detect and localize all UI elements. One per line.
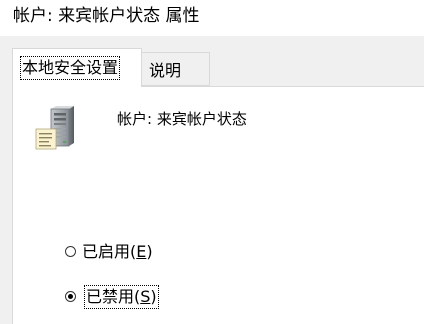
enabled-radio-label[interactable]: 已启用(E) (82, 241, 153, 263)
enabled-radio-button[interactable] (65, 246, 76, 257)
server-document-icon (35, 106, 74, 150)
policy-name: 帐户: 来宾帐户状态 (117, 110, 247, 128)
tab-label: 说明 (149, 61, 182, 80)
access-key: E (136, 242, 147, 261)
title-bar[interactable]: 帐户: 来宾帐户状态 属性 (0, 0, 424, 36)
tab-label: 本地安全设置 (19, 56, 121, 80)
properties-dialog: 帐户: 来宾帐户状态 属性 本地安全设置 说明 帐户: 来宾帐户状态 已启用(E… (0, 0, 424, 324)
access-key: S (140, 287, 151, 306)
tab-panel: 帐户: 来宾帐户状态 已启用(E) 已禁用(S) (12, 86, 424, 324)
tab-strip: 本地安全设置 说明 (0, 36, 424, 87)
tab-explain[interactable]: 说明 (141, 52, 210, 86)
disabled-radio-button[interactable] (65, 291, 76, 302)
radio-selected-dot (68, 294, 73, 299)
tab-local-security-setting[interactable]: 本地安全设置 (12, 48, 142, 87)
window-title: 帐户: 来宾帐户状态 属性 (13, 6, 200, 26)
disabled-radio-label[interactable]: 已禁用(S) (84, 285, 159, 309)
dialog-body: 本地安全设置 说明 帐户: 来宾帐户状态 已启用(E) 已禁用(S) (0, 36, 424, 324)
